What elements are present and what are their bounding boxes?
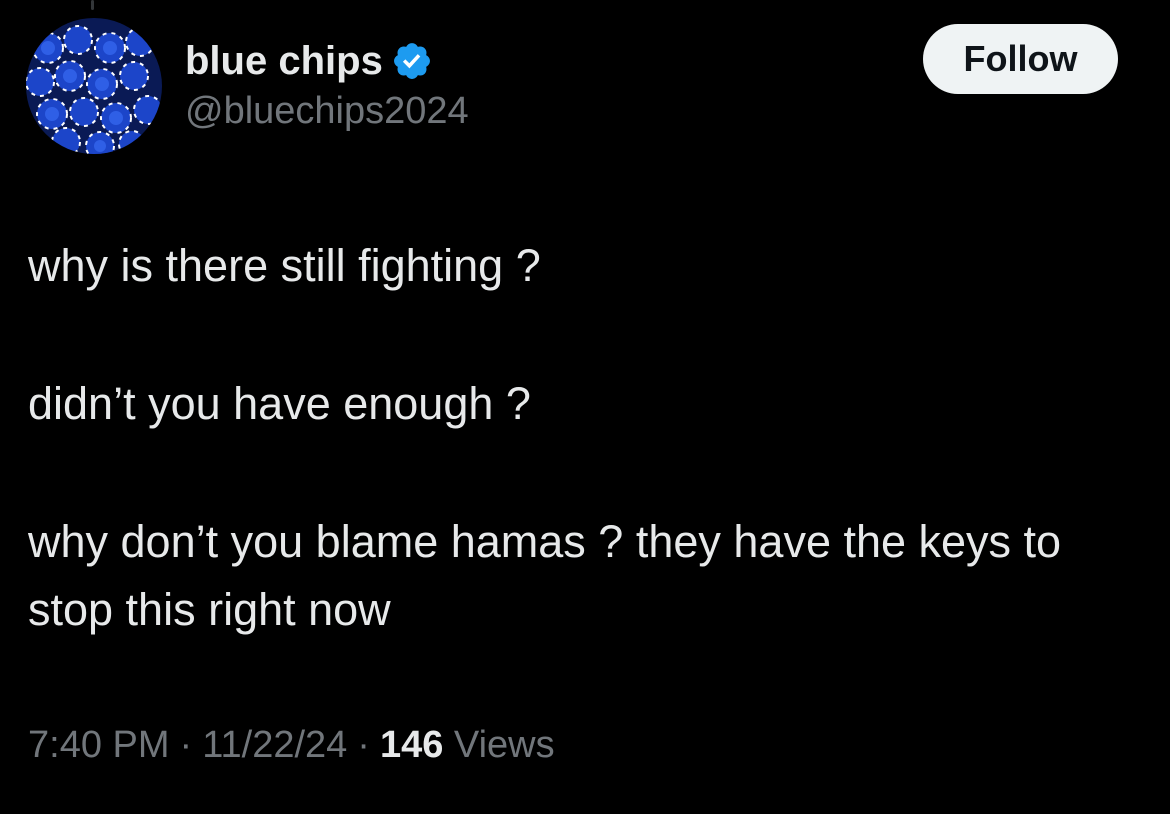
- meta-separator: ·: [179, 724, 193, 766]
- tweet-meta: 7:40 PM · 11/22/24 · 146 Views: [28, 724, 555, 767]
- tweet-time[interactable]: 7:40 PM: [28, 724, 170, 766]
- verified-badge-icon: [391, 40, 433, 82]
- author-handle[interactable]: @bluechips2024: [185, 90, 469, 133]
- thread-line: [91, 0, 94, 10]
- tweet-date[interactable]: 11/22/24: [202, 724, 347, 766]
- tweet-paragraph: why is there still fighting ?: [28, 240, 541, 291]
- meta-separator: ·: [357, 724, 370, 766]
- avatar[interactable]: [26, 18, 162, 154]
- views-count[interactable]: 146: [380, 724, 443, 766]
- tweet-paragraph: why don’t you blame hamas ? they have th…: [28, 516, 1062, 635]
- follow-button[interactable]: Follow: [923, 24, 1118, 94]
- author-block: blue chips @bluechips2024: [185, 36, 469, 133]
- views-label: Views: [453, 724, 555, 766]
- author-name-row: blue chips: [185, 36, 469, 86]
- poker-chips-avatar-icon: [26, 18, 162, 154]
- tweet-card: blue chips @bluechips2024 Follow why is …: [0, 0, 1170, 814]
- author-display-name[interactable]: blue chips: [185, 39, 383, 84]
- tweet-text: why is there still fighting ? didn’t you…: [28, 232, 1153, 644]
- tweet-paragraph: didn’t you have enough ?: [28, 378, 531, 429]
